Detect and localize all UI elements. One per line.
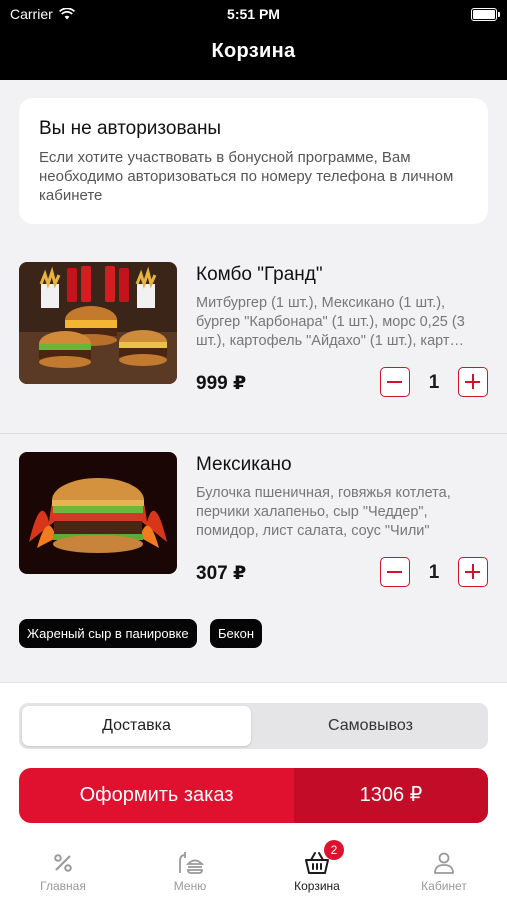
combo-grand-image <box>19 262 177 384</box>
item-price: 307 ₽ <box>196 563 247 584</box>
tab-bar: Главная Меню 2 Корзина Кабинет <box>0 840 507 900</box>
navigation-bar: Carrier 5:51 PM Корзина <box>0 0 507 80</box>
decrease-quantity-button[interactable] <box>380 367 410 397</box>
item-description: Митбургер (1 шт.), Мексикано (1 шт.), бу… <box>196 295 465 349</box>
increase-quantity-button[interactable] <box>458 367 488 397</box>
item-name: Комбо "Гранд" <box>196 264 323 285</box>
tab-label: Главная <box>40 879 86 893</box>
status-bar: Carrier 5:51 PM <box>0 0 507 30</box>
tab-home[interactable]: Главная <box>0 843 126 893</box>
decrease-quantity-button[interactable] <box>380 557 410 587</box>
percent-icon <box>54 854 72 872</box>
tab-menu[interactable]: Меню <box>127 843 253 893</box>
page-title: Корзина <box>211 40 296 62</box>
tab-label: Корзина <box>294 879 340 893</box>
increase-quantity-button[interactable] <box>458 557 488 587</box>
menu-burger-icon <box>179 852 204 874</box>
tab-cart[interactable]: 2 Корзина <box>254 840 380 893</box>
item-price: 999 ₽ <box>196 373 247 394</box>
item-divider <box>0 433 507 434</box>
item-name: Мексикано <box>196 454 292 475</box>
auth-notice-title: Вы не авторизованы <box>39 118 222 139</box>
auth-notice-text: Если хотите участвовать в бонусной прогр… <box>39 149 454 204</box>
cart-count-badge: 2 <box>324 840 344 860</box>
order-total: 1306 ₽ <box>294 768 488 823</box>
item-quantity: 1 <box>428 372 440 393</box>
checkout-panel: Доставка Самовывоз Оформить заказ 1306 ₽… <box>0 682 507 900</box>
user-icon <box>434 852 454 874</box>
delivery-mode-selector: Доставка Самовывоз <box>19 703 488 749</box>
checkout-button[interactable]: Оформить заказ 1306 ₽ <box>19 768 488 823</box>
meksikano-image <box>19 452 177 574</box>
pickup-option[interactable]: Самовывоз <box>256 706 485 746</box>
checkout-label: Оформить заказ <box>79 784 234 806</box>
tab-label: Меню <box>173 879 207 893</box>
auth-notice-card[interactable]: Вы не авторизованы Если хотите участвова… <box>19 98 488 224</box>
battery-icon <box>471 8 500 21</box>
tab-account[interactable]: Кабинет <box>381 843 507 893</box>
modifier-chip: Бекон <box>210 619 263 648</box>
cart-item-combo-grand: Комбо "Гранд" Митбургер (1 шт.), Мексика… <box>0 262 507 432</box>
item-quantity: 1 <box>428 562 440 583</box>
modifier-chip: Жареный сыр в панировке <box>19 619 197 648</box>
status-time: 5:51 PM <box>227 6 280 22</box>
delivery-option[interactable]: Доставка <box>22 706 251 746</box>
tab-label: Кабинет <box>421 879 467 893</box>
item-description: Булочка пшеничная, говяжья котлета, перч… <box>196 485 451 539</box>
